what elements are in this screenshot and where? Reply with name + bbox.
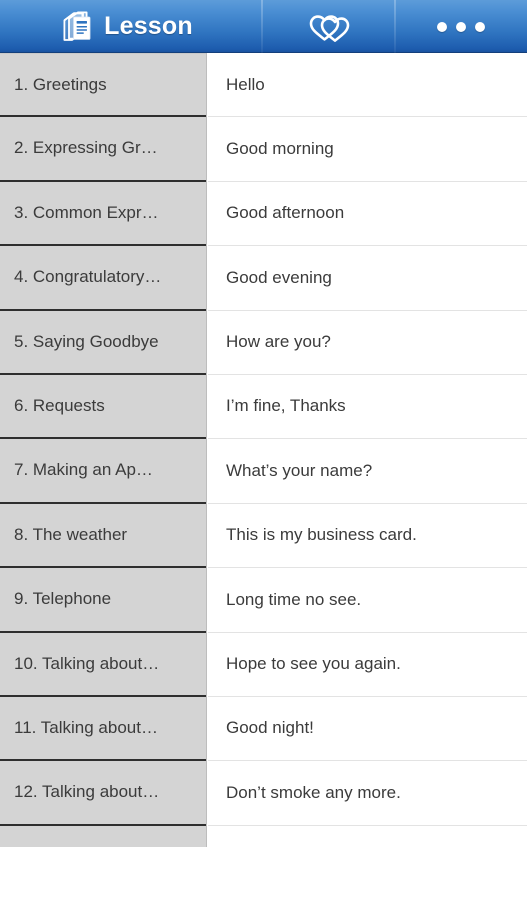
header-favorites-button[interactable] <box>262 0 395 53</box>
sidebar-item[interactable] <box>0 825 206 847</box>
sidebar-item-label: 4. Congratulatory… <box>14 267 162 287</box>
sidebar-item[interactable]: 10. Talking about… <box>0 632 206 697</box>
sidebar-item-label: 3. Common Expr… <box>14 202 159 222</box>
app-root: Lesson 1. Greetings 2. Expressing Gr… 3. C… <box>0 0 527 900</box>
sidebar-item-label: 10. Talking about… <box>14 653 160 673</box>
sidebar-item[interactable]: 2. Expressing Gr… <box>0 117 206 182</box>
phrase-list-item[interactable]: I’m fine, Thanks <box>208 374 527 440</box>
sidebar-item-label: 5. Saying Goodbye <box>14 331 159 351</box>
phrase-list-item-label: This is my business card. <box>226 525 417 545</box>
phrase-list[interactable]: Hello Good morning Good afternoon Good even… <box>208 53 527 900</box>
header-title-group: Lesson <box>61 10 193 44</box>
phrase-list-item-label: Hope to see you again. <box>226 654 401 674</box>
header-overflow-menu-button[interactable] <box>395 0 527 53</box>
sidebar-item[interactable]: 11. Talking about… <box>0 696 206 762</box>
phrase-list-item[interactable]: Hello <box>208 53 527 118</box>
phrase-list-item[interactable]: Hope to see you again. <box>208 632 527 697</box>
sidebar-item[interactable]: 1. Greetings <box>0 53 206 118</box>
content-area: 1. Greetings 2. Expressing Gr… 3. Common E… <box>0 53 527 900</box>
phrase-list-item-label: Good night! <box>226 718 314 738</box>
phrase-list-item-label: Good evening <box>226 267 332 287</box>
sidebar-item[interactable]: 3. Common Expr… <box>0 181 206 247</box>
page-title: Lesson <box>104 12 193 40</box>
sidebar-item[interactable]: 7. Making an Ap… <box>0 439 206 504</box>
phrase-list-item-label: What’s your name? <box>226 460 373 480</box>
sidebar-item-label: 2. Expressing Gr… <box>14 138 158 158</box>
phrase-list-item[interactable]: Don’t smoke any more. <box>208 761 527 826</box>
phrase-list-item[interactable]: Good morning <box>208 117 527 182</box>
sidebar-item[interactable]: 12. Talking about… <box>0 761 206 826</box>
app-header: Lesson <box>0 0 527 53</box>
sidebar-item-label: 6. Requests <box>14 395 105 415</box>
phrase-list-item[interactable]: This is my business card. <box>208 503 527 569</box>
phrase-list-item-label: Long time no see. <box>226 589 362 609</box>
phrase-list-item[interactable]: What’s your name? <box>208 439 527 504</box>
phrase-list-item[interactable]: Good night! <box>208 696 527 762</box>
phrase-list-item[interactable]: How are you? <box>208 310 527 375</box>
sidebar-item-label: 7. Making an Ap… <box>14 460 153 480</box>
sidebar-item[interactable]: 6. Requests <box>0 374 206 440</box>
phrase-list-item-label: How are you? <box>226 332 331 352</box>
documents-stack-icon <box>61 10 95 44</box>
phrase-list-item[interactable]: Good afternoon <box>208 181 527 247</box>
three-dots-overflow-icon <box>437 21 485 32</box>
sidebar-item[interactable]: 5. Saying Goodbye <box>0 310 206 375</box>
sidebar-item-label: 12. Talking about… <box>14 782 160 802</box>
sidebar-item[interactable]: 4. Congratulatory… <box>0 246 206 311</box>
sidebar-item-label: 1. Greetings <box>14 74 107 94</box>
lesson-category-sidebar[interactable]: 1. Greetings 2. Expressing Gr… 3. Common E… <box>0 53 207 847</box>
phrase-list-item-label: I’m fine, Thanks <box>226 396 346 416</box>
dot-1 <box>437 21 447 32</box>
dot-2 <box>456 21 466 32</box>
sidebar-item-label: 9. Telephone <box>14 589 112 609</box>
phrase-list-item[interactable]: Good evening <box>208 246 527 311</box>
two-hearts-icon <box>307 11 351 43</box>
phrase-list-item-label: Don’t smoke any more. <box>226 782 401 802</box>
phrase-list-item-label: Good afternoon <box>226 203 345 223</box>
sidebar-item-label: 11. Talking about… <box>14 717 158 737</box>
header-lesson-tab[interactable]: Lesson <box>0 0 262 53</box>
phrase-list-item[interactable]: Long time no see. <box>208 568 527 633</box>
phrase-list-item-label: Good morning <box>226 138 334 158</box>
sidebar-item-label: 8. The weather <box>14 524 128 544</box>
sidebar-item[interactable]: 8. The weather <box>0 503 206 569</box>
phrase-list-item-label: Hello <box>226 74 265 94</box>
dot-3 <box>475 21 485 32</box>
sidebar-item[interactable]: 9. Telephone <box>0 568 206 633</box>
